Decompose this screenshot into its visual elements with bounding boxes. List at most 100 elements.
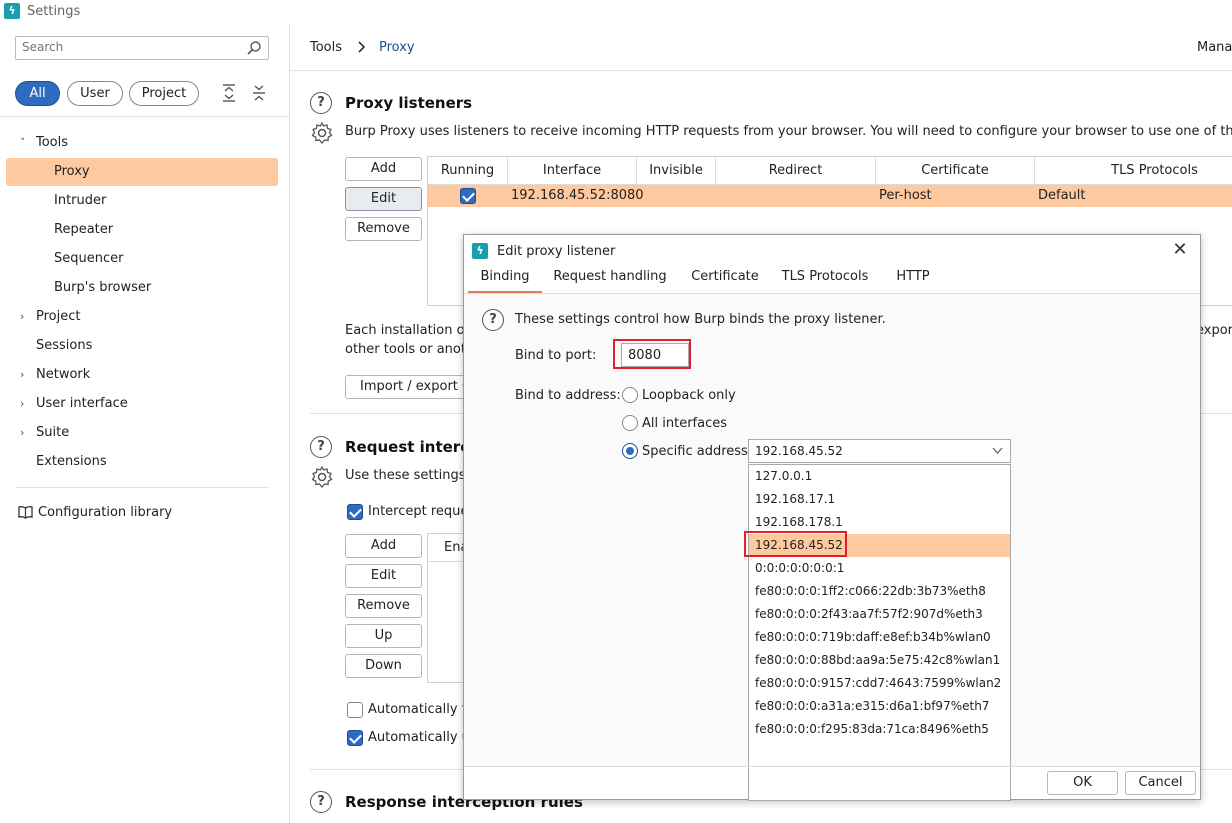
- list-item[interactable]: fe80:0:0:0:a31a:e315:d6a1:bf97%eth7: [749, 695, 1010, 718]
- sidebar-item-burps-browser[interactable]: Burp's browser: [6, 274, 278, 302]
- sidebar-item-label: Sequencer: [54, 251, 124, 266]
- intercept-requests-checkbox[interactable]: [347, 504, 363, 520]
- table-row[interactable]: 192.168.45.52:8080 Per-host Default: [428, 185, 1232, 207]
- bind-address-label: Bind to address:: [515, 388, 621, 403]
- chevron-right-icon: ›: [20, 397, 25, 410]
- sidebar-item-label: Suite: [36, 425, 70, 440]
- sidebar-item-tools[interactable]: ˅ Tools: [6, 129, 278, 157]
- auto-update-checkbox[interactable]: [347, 730, 363, 746]
- sidebar-item-user-interface[interactable]: › User interface: [6, 390, 278, 418]
- help-icon[interactable]: ?: [310, 436, 332, 458]
- chevron-right-icon: ›: [20, 310, 25, 323]
- tab-certificate[interactable]: Certificate: [686, 269, 764, 293]
- tab-request-handling[interactable]: Request handling: [548, 269, 672, 293]
- search-icon[interactable]: [246, 40, 262, 56]
- scope-user-button[interactable]: User: [67, 81, 123, 106]
- specific-address-radio[interactable]: [622, 443, 638, 459]
- down-rule-button[interactable]: Down: [345, 654, 422, 678]
- edit-listener-button[interactable]: Edit: [345, 187, 422, 211]
- running-checkbox[interactable]: [460, 188, 476, 204]
- search-box[interactable]: [15, 36, 269, 60]
- column-header[interactable]: Interface: [508, 157, 637, 185]
- list-item[interactable]: fe80:0:0:0:f295:83da:71ca:8496%eth5: [749, 718, 1010, 741]
- sidebar-item-label: Sessions: [36, 338, 93, 353]
- auto-fix-label: Automatically fix: [368, 702, 478, 717]
- address-select-value: 192.168.45.52: [755, 444, 843, 458]
- chevron-down-icon: [992, 447, 1003, 454]
- list-item[interactable]: 192.168.17.1: [749, 488, 1010, 511]
- up-rule-button[interactable]: Up: [345, 624, 422, 648]
- list-item[interactable]: fe80:0:0:0:9157:cdd7:4643:7599%wlan2: [749, 672, 1010, 695]
- sidebar-item-sequencer[interactable]: Sequencer: [6, 245, 278, 273]
- divider: [16, 487, 269, 488]
- chevron-right-icon: [358, 41, 366, 53]
- list-item[interactable]: fe80:0:0:0:1ff2:c066:22db:3b73%eth8: [749, 580, 1010, 603]
- add-rule-button[interactable]: Add: [345, 534, 422, 558]
- sidebar-item-extensions[interactable]: Extensions: [6, 448, 278, 476]
- list-item[interactable]: 0:0:0:0:0:0:0:1: [749, 557, 1010, 580]
- sidebar-item-project[interactable]: › Project: [6, 303, 278, 331]
- expand-all-icon[interactable]: [219, 83, 239, 103]
- sidebar-item-label: User interface: [36, 396, 128, 411]
- sidebar-item-proxy[interactable]: Proxy: [6, 158, 278, 186]
- column-header[interactable]: Invisible: [637, 157, 716, 185]
- list-item[interactable]: fe80:0:0:0:2f43:aa7f:57f2:907d%eth3: [749, 603, 1010, 626]
- scope-all-button[interactable]: All: [15, 81, 60, 106]
- remove-rule-button[interactable]: Remove: [345, 594, 422, 618]
- column-header[interactable]: TLS Protocols: [1035, 157, 1232, 185]
- burp-logo-icon: ϟ: [4, 3, 20, 19]
- list-item[interactable]: 127.0.0.1: [749, 465, 1010, 488]
- binding-panel: ? These settings control how Burp binds …: [464, 294, 1200, 801]
- list-item[interactable]: fe80:0:0:0:719b:daff:e8ef:b34b%wlan0: [749, 626, 1010, 649]
- column-header[interactable]: Certificate: [876, 157, 1035, 185]
- cancel-button[interactable]: Cancel: [1125, 771, 1196, 795]
- all-interfaces-label: All interfaces: [642, 416, 728, 431]
- breadcrumb-proxy[interactable]: Proxy: [379, 40, 415, 55]
- configuration-library-link[interactable]: Configuration library: [18, 502, 258, 524]
- all-interfaces-radio[interactable]: [622, 415, 638, 431]
- tab-http[interactable]: HTTP: [888, 269, 938, 293]
- section-title-proxy-listeners: Proxy listeners: [345, 94, 473, 112]
- sidebar-item-label: Intruder: [54, 193, 107, 208]
- help-icon[interactable]: ?: [310, 92, 332, 114]
- interface-cell: 192.168.45.52:8080: [511, 188, 644, 203]
- sidebar-item-intruder[interactable]: Intruder: [6, 187, 278, 215]
- column-header[interactable]: Running: [428, 157, 508, 185]
- remove-listener-button[interactable]: Remove: [345, 217, 422, 241]
- sidebar-item-label: Repeater: [54, 222, 114, 237]
- intercept-requests-label: Intercept reques: [368, 504, 476, 519]
- add-listener-button[interactable]: Add: [345, 157, 422, 181]
- tab-tls-protocols[interactable]: TLS Protocols: [778, 269, 872, 293]
- sidebar-item-label: Extensions: [36, 454, 107, 469]
- collapse-all-icon[interactable]: [249, 83, 269, 103]
- list-item[interactable]: fe80:0:0:0:88bd:aa9a:5e75:42c8%wlan1: [749, 649, 1010, 672]
- ca-description-line2: other tools or anoth: [345, 342, 475, 357]
- edit-rule-button[interactable]: Edit: [345, 564, 422, 588]
- specific-address-label: Specific address:: [642, 444, 753, 459]
- sidebar-item-label: Project: [36, 309, 81, 324]
- scope-project-button[interactable]: Project: [129, 81, 199, 106]
- header-manage-link[interactable]: Mana: [1197, 40, 1232, 55]
- chevron-right-icon: ›: [20, 426, 25, 439]
- loopback-radio[interactable]: [622, 387, 638, 403]
- close-icon[interactable]: ✕: [1170, 240, 1190, 260]
- help-icon[interactable]: ?: [482, 309, 504, 331]
- ca-description-right: expor: [1196, 323, 1232, 338]
- auto-fix-checkbox[interactable]: [347, 702, 363, 718]
- sidebar-item-suite[interactable]: › Suite: [6, 419, 278, 447]
- gear-icon[interactable]: [310, 465, 334, 489]
- ok-button[interactable]: OK: [1047, 771, 1118, 795]
- tab-binding[interactable]: Binding: [468, 269, 542, 293]
- breadcrumb-tools[interactable]: Tools: [310, 40, 342, 55]
- tls-cell: Default: [1038, 188, 1086, 203]
- help-icon[interactable]: ?: [310, 791, 332, 813]
- sidebar-item-network[interactable]: › Network: [6, 361, 278, 389]
- sidebar-item-sessions[interactable]: Sessions: [6, 332, 278, 360]
- address-select[interactable]: 192.168.45.52: [748, 439, 1011, 463]
- section-description: Burp Proxy uses listeners to receive inc…: [345, 124, 1232, 139]
- search-input[interactable]: [22, 40, 237, 54]
- edit-proxy-listener-dialog: ϟ Edit proxy listener ✕ Binding Request …: [463, 234, 1201, 801]
- sidebar-item-repeater[interactable]: Repeater: [6, 216, 278, 244]
- column-header[interactable]: Redirect: [716, 157, 876, 185]
- gear-icon[interactable]: [310, 121, 334, 145]
